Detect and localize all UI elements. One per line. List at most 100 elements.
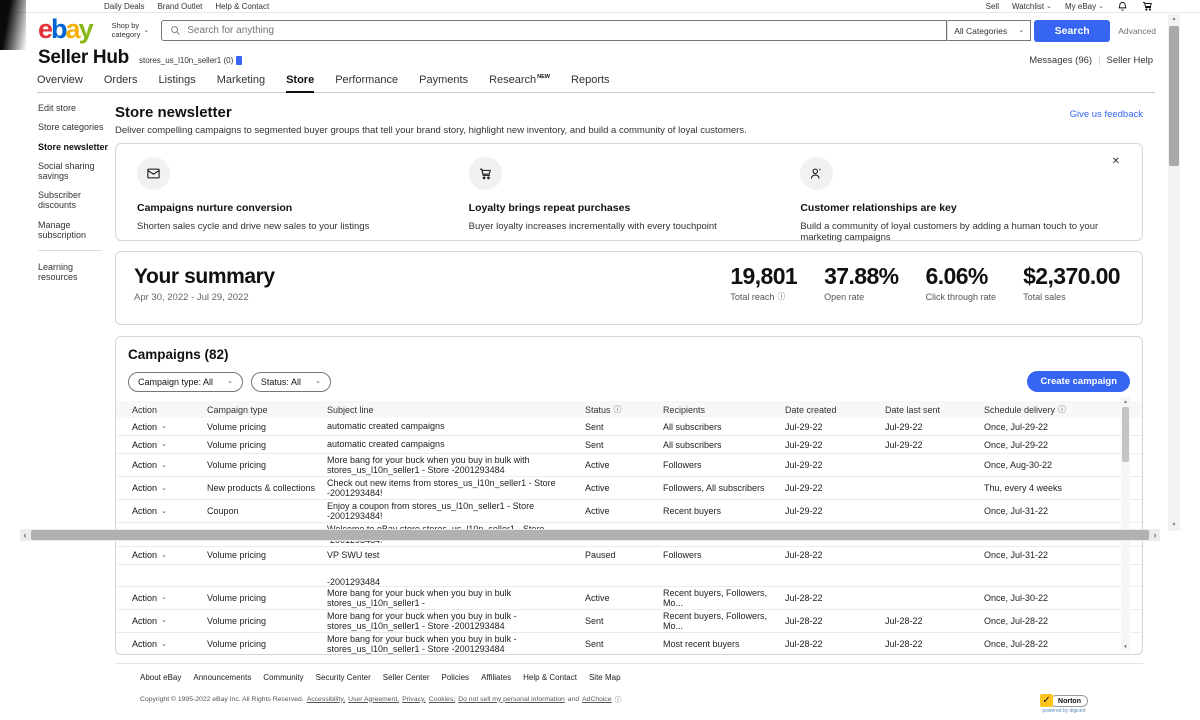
tab-research[interactable]: ResearchNEW [489,74,550,92]
site-header: ebay Shop bycategory ⌄ All Categories⌄ S… [0,13,1200,46]
campaign-type-cell: Volume pricing [207,460,327,470]
footer-link-help-contact[interactable]: Help & Contact [523,673,577,682]
footer-link-about-ebay[interactable]: About eBay [140,673,181,682]
filter-campaign-type[interactable]: Campaign type: All⌄ [128,372,243,392]
footer-link-policies[interactable]: Policies [441,673,469,682]
page-scrollbar-thumb[interactable] [1169,26,1179,166]
schedule-delivery-cell: Once, Aug-30-22 [984,460,1116,470]
store-name[interactable]: stores_us_l10n_seller1 (0) [139,56,242,65]
tab-marketing[interactable]: Marketing [217,74,265,92]
filter-status[interactable]: Status: All⌄ [251,372,331,392]
tab-orders[interactable]: Orders [104,74,138,92]
summary-stat: 37.88% Open rate [824,265,898,324]
categories-select[interactable]: All Categories⌄ [947,20,1031,41]
seller-help-link[interactable]: Seller Help [1107,55,1153,66]
action-dropdown[interactable]: Action⌄ [132,506,199,516]
page-footer: About eBay Announcements Community Security… [115,663,1143,720]
page-scrollbar[interactable]: ▲ ▼ [1168,14,1180,531]
table-scrollbar-thumb[interactable] [1122,407,1129,462]
footer-link-affiliates[interactable]: Affiliates [481,673,511,682]
status-cell: Active [585,483,663,493]
sidebar-item-social-sharing-savings[interactable]: Social sharing savings [38,162,115,182]
chevron-down-icon: ⌄ [315,378,321,385]
summary-stat: 19,801 Total reachⓘ [730,265,797,324]
subject-line-cell: More bang for your buck when you buy in … [327,588,585,608]
footer-link-seller-center[interactable]: Seller Center [383,673,430,682]
tab-listings[interactable]: Listings [158,74,195,92]
scroll-up-icon[interactable]: ▲ [1168,14,1180,25]
footer-link-announcements[interactable]: Announcements [193,673,251,682]
link-watchlist[interactable]: Watchlist⌄ [1012,2,1052,11]
tab-reports[interactable]: Reports [571,74,610,92]
action-dropdown[interactable]: Action⌄ [132,550,199,560]
link-my-ebay[interactable]: My eBay⌄ [1065,2,1104,11]
give-feedback-link[interactable]: Give us feedback [1070,109,1143,120]
action-dropdown[interactable]: Action⌄ [132,593,199,603]
chevron-down-icon: ⌄ [161,641,167,648]
schedule-delivery-cell: Once, Jul-31-22 [984,550,1116,560]
action-dropdown[interactable]: Action⌄ [132,440,199,450]
link-daily-deals[interactable]: Daily Deals [104,2,144,11]
horizontal-scrollbar[interactable]: ‹ › [20,529,1160,541]
info-icon[interactable]: ⓘ [1058,406,1066,414]
tab-overview[interactable]: Overview [37,74,83,92]
info-icon[interactable]: ⓘ [614,406,622,414]
seller-hub-header: Seller Hub stores_us_l10n_seller1 (0) Me… [0,46,1200,69]
status-cell: Active [585,506,663,516]
search-button[interactable]: Search [1034,20,1110,42]
close-icon[interactable]: ✕ [1112,156,1120,167]
tab-payments[interactable]: Payments [419,74,468,92]
sidebar-item-store-categories[interactable]: Store categories [38,123,115,133]
notifications-bell-icon[interactable] [1117,1,1128,12]
campaign-type-cell: Coupon [207,506,327,516]
link-sell[interactable]: Sell [986,2,999,11]
footer-link-security-center[interactable]: Security Center [316,673,371,682]
table-scrollbar[interactable]: ▲ ▼ [1121,397,1130,651]
info-icon[interactable]: ⓘ [777,293,785,301]
scroll-right-icon[interactable]: › [1150,529,1160,541]
tab-store[interactable]: Store [286,74,314,92]
scroll-down-icon[interactable]: ▼ [1168,520,1180,531]
education-banner: ✕ Campaigns nurture convers [115,143,1143,241]
sidebar-item-subscriber-discounts[interactable]: Subscriber discounts [38,191,115,211]
chevron-down-icon: ⌄ [161,508,167,515]
scroll-left-icon[interactable]: ‹ [20,529,30,541]
sidebar-item-store-newsletter[interactable]: Store newsletter [38,143,115,153]
action-dropdown[interactable]: Action⌄ [132,460,199,470]
campaign-type-cell: Volume pricing [207,593,327,603]
link-brand-outlet[interactable]: Brand Outlet [157,2,202,11]
messages-link[interactable]: Messages (96) [1029,55,1092,66]
date-created-cell: Jul-28-22 [785,550,885,560]
link-help-contact[interactable]: Help & Contact [215,2,269,11]
subject-line-cell: More bang for your buck when you buy in … [327,634,585,654]
shop-by-category-menu[interactable]: Shop bycategory ⌄ [112,22,150,39]
advanced-search-link[interactable]: Advanced [1118,26,1156,36]
date-created-cell: Jul-29-22 [785,422,885,432]
tab-performance[interactable]: Performance [335,74,398,92]
table-row: Action⌄ Coupon Enjoy a coupon from store… [116,500,1142,523]
new-badge: NEW [537,74,550,80]
footer-link-community[interactable]: Community [263,673,303,682]
scroll-up-icon[interactable]: ▲ [1121,397,1130,406]
campaign-type-cell: Volume pricing [207,616,327,626]
sidebar-item-edit-store[interactable]: Edit store [38,104,115,114]
banner-card-item: Campaigns nurture conversion Shorten sal… [137,157,449,243]
action-dropdown[interactable]: Action⌄ [132,616,199,626]
action-dropdown[interactable]: Action⌄ [132,422,199,432]
footer-link-site-map[interactable]: Site Map [589,673,621,682]
scroll-down-icon[interactable]: ▼ [1121,642,1130,651]
action-dropdown[interactable]: Action⌄ [132,639,199,649]
create-campaign-button[interactable]: Create campaign [1027,371,1130,392]
table-row: Action⌄ New products & collections Check… [116,477,1142,500]
search-input[interactable] [187,25,946,36]
banner-card-item: Customer relationships are key Build a c… [800,157,1112,243]
action-dropdown[interactable]: Action⌄ [132,483,199,493]
date-last-sent-cell: Jul-29-22 [885,422,984,432]
horizontal-scrollbar-thumb[interactable] [31,530,1149,540]
sidebar-item-learning-resources[interactable]: Learning resources [38,263,115,283]
top-utility-bar: Daily Deals Brand Outlet Help & Contact … [0,0,1200,13]
summary-card: Your summary Apr 30, 2022 - Jul 29, 2022… [115,251,1143,325]
ebay-logo[interactable]: ebay [38,16,92,43]
sidebar-item-manage-subscription[interactable]: Manage subscription [38,221,115,241]
cart-icon[interactable] [1141,0,1154,12]
